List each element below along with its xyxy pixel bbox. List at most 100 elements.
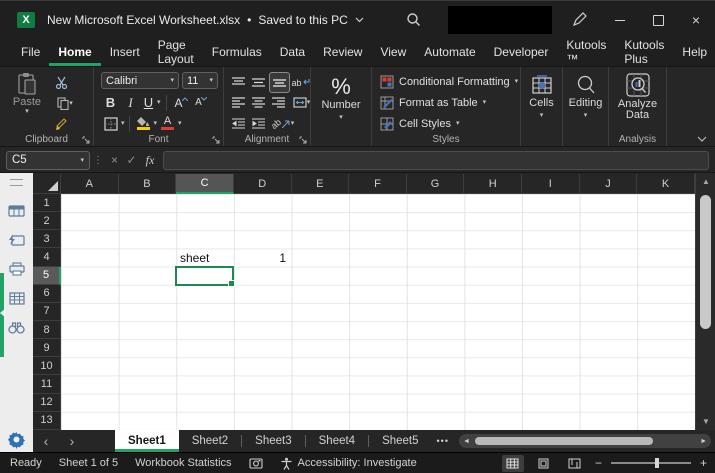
name-box[interactable]: C5 ▾: [6, 151, 90, 170]
tab-data[interactable]: Data: [271, 38, 314, 66]
row-header-1[interactable]: 1: [33, 194, 61, 212]
collapse-ribbon-button[interactable]: [697, 136, 707, 142]
column-header-i[interactable]: I: [522, 174, 580, 194]
cell-d4[interactable]: 1: [234, 249, 286, 267]
more-sheets-button[interactable]: •••: [432, 430, 454, 452]
chevron-down-icon[interactable]: [355, 17, 364, 23]
formula-input[interactable]: [163, 151, 709, 170]
increase-indent-button[interactable]: [249, 114, 268, 133]
collapse-pane-icon[interactable]: [0, 309, 5, 317]
conditional-formatting-button[interactable]: Conditional Formatting ▾: [380, 71, 518, 92]
sheet-tab-sheet1[interactable]: Sheet1: [115, 430, 179, 452]
row-header-9[interactable]: 9: [33, 339, 61, 357]
column-header-h[interactable]: H: [464, 174, 522, 194]
orientation-button[interactable]: ab▾: [269, 114, 296, 133]
row-header-11[interactable]: 11: [33, 375, 61, 393]
tab-review[interactable]: Review: [314, 38, 371, 66]
normal-view-button[interactable]: [502, 455, 524, 472]
row-header-13[interactable]: 13: [33, 412, 61, 430]
fill-handle[interactable]: [228, 280, 235, 287]
column-header-g[interactable]: G: [407, 174, 465, 194]
analyze-data-button[interactable]: Analyze Data: [609, 73, 666, 121]
ink-pen-icon[interactable]: [572, 11, 588, 27]
page-layout-view-button[interactable]: [533, 455, 555, 472]
insert-function-button[interactable]: fx: [140, 153, 160, 168]
settings-gear-icon[interactable]: [7, 430, 26, 449]
quick-access-pane-icon[interactable]: [0, 227, 33, 253]
tab-formulas[interactable]: Formulas: [203, 38, 271, 66]
zoom-slider-thumb[interactable]: [655, 458, 659, 468]
page-break-preview-button[interactable]: [564, 455, 586, 472]
row-header-7[interactable]: 7: [33, 303, 61, 321]
previous-sheet-button[interactable]: ‹: [33, 430, 59, 452]
accessibility-status[interactable]: Accessibility: Investigate: [280, 457, 417, 470]
cut-button[interactable]: [52, 73, 71, 92]
increase-font-button[interactable]: A: [172, 93, 191, 112]
sheet-tab-sheet5[interactable]: Sheet5: [369, 430, 431, 452]
save-status[interactable]: Saved to this PC: [258, 13, 347, 27]
tab-insert[interactable]: Insert: [101, 38, 149, 66]
underline-button[interactable]: U: [141, 93, 156, 112]
close-button[interactable]: ×: [677, 1, 715, 39]
vertical-scrollbar[interactable]: ▲ ▼: [695, 173, 715, 430]
row-header-6[interactable]: 6: [33, 285, 61, 303]
column-list-icon[interactable]: [0, 285, 33, 311]
maximize-button[interactable]: [639, 1, 677, 39]
tab-home[interactable]: Home: [49, 38, 100, 66]
zoom-out-button[interactable]: −: [595, 456, 602, 470]
column-header-c[interactable]: C: [176, 174, 234, 194]
editing-button[interactable]: Editing ▾: [563, 75, 608, 119]
column-header-f[interactable]: F: [349, 174, 407, 194]
scroll-left-icon[interactable]: ◄: [463, 438, 470, 445]
alignment-dialog-launcher[interactable]: [299, 136, 307, 144]
row-header-8[interactable]: 8: [33, 321, 61, 339]
enter-button[interactable]: ✓: [123, 153, 140, 167]
cancel-button[interactable]: ×: [106, 153, 123, 167]
worksheets-pane-icon[interactable]: [0, 198, 33, 224]
worksheet-grid[interactable]: sheet 1: [61, 194, 695, 430]
row-header-10[interactable]: 10: [33, 357, 61, 375]
decrease-font-button[interactable]: A: [192, 93, 211, 112]
tab-kutools[interactable]: Kutools ™: [557, 38, 615, 66]
chevron-down-icon[interactable]: ▾: [154, 120, 158, 127]
sheet-tab-sheet2[interactable]: Sheet2: [179, 430, 241, 452]
select-all-button[interactable]: [33, 174, 61, 194]
font-dialog-launcher[interactable]: [212, 136, 220, 144]
chevron-down-icon[interactable]: ▾: [157, 99, 161, 106]
format-as-table-button[interactable]: Format as Table ▾: [380, 92, 518, 113]
column-header-b[interactable]: B: [119, 174, 177, 194]
row-header-12[interactable]: 12: [33, 394, 61, 412]
search-icon[interactable]: [406, 12, 421, 27]
sheet-tab-sheet4[interactable]: Sheet4: [306, 430, 368, 452]
workbook-statistics-button[interactable]: Workbook Statistics: [135, 457, 231, 469]
vertical-scroll-thumb[interactable]: [700, 195, 711, 329]
tab-kutools-plus[interactable]: Kutools Plus: [615, 38, 673, 66]
italic-button[interactable]: I: [121, 93, 140, 112]
middle-align-button[interactable]: [249, 73, 268, 92]
tab-view[interactable]: View: [371, 38, 415, 66]
decrease-indent-button[interactable]: [229, 114, 248, 133]
tab-help[interactable]: Help: [673, 38, 715, 66]
minimize-button[interactable]: [601, 1, 639, 39]
bold-button[interactable]: B: [101, 93, 120, 112]
horizontal-scroll-thumb[interactable]: [475, 437, 653, 445]
column-header-d[interactable]: D: [234, 174, 292, 194]
next-sheet-button[interactable]: ›: [59, 430, 85, 452]
top-align-button[interactable]: [229, 73, 248, 92]
row-header-3[interactable]: 3: [33, 230, 61, 248]
scroll-right-icon[interactable]: ►: [700, 438, 707, 445]
tab-automate[interactable]: Automate: [415, 38, 484, 66]
cell-c4[interactable]: sheet: [180, 249, 209, 267]
scroll-up-icon[interactable]: ▲: [696, 177, 715, 186]
horizontal-scrollbar[interactable]: ◄ ►: [459, 434, 711, 448]
align-right-button[interactable]: [269, 93, 288, 112]
row-header-4[interactable]: 4: [33, 248, 61, 266]
excel-app-icon[interactable]: X: [17, 12, 35, 28]
font-color-button[interactable]: A: [158, 114, 177, 133]
column-header-j[interactable]: J: [580, 174, 638, 194]
align-left-button[interactable]: [229, 93, 248, 112]
active-cell-c5[interactable]: [175, 266, 234, 286]
camera-snapshot-icon[interactable]: [249, 457, 263, 469]
font-size-select[interactable]: 11▾: [182, 72, 218, 89]
zoom-slider[interactable]: [611, 462, 691, 464]
